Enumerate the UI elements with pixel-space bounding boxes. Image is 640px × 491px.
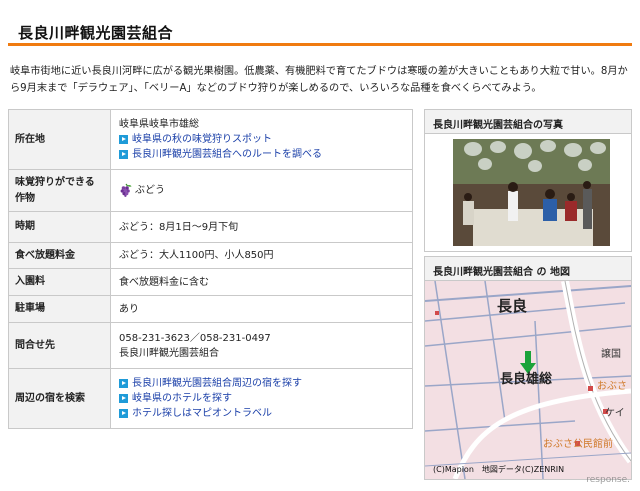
row-price: 食べ放題料金 ぶどう：大人1100円、小人850円: [8, 242, 413, 269]
value-parking: あり: [110, 295, 413, 323]
map-label-nagara: 長良: [497, 297, 528, 315]
value-fruit: ぶどう: [110, 169, 413, 212]
link-label[interactable]: 長良川畔観光園芸組合へのルートを調べる: [132, 147, 322, 162]
link-label[interactable]: 岐阜県のホテルを探す: [132, 391, 232, 406]
arrow-icon: [119, 150, 128, 159]
label-parking: 駐車場: [8, 295, 111, 323]
map-copyright: (C)Mapion 地図データ(C)ZENRIN: [433, 465, 565, 474]
info-table: 所在地 岐阜県岐阜市雄総 岐阜県の秋の味覚狩りスポット 長良川畔観光園芸組合への…: [8, 109, 413, 429]
contact-phone: 058-231-3623／058-231-0497: [119, 332, 271, 344]
link-label[interactable]: 長良川畔観光園芸組合周辺の宿を探す: [132, 376, 302, 391]
photo-panel-title: 長良川畔観光園芸組合の写真: [425, 110, 631, 134]
intro-text: 岐阜市街地に近い長良川河畔に広がる観光果樹園。低農薬、有機肥料で育てたブドウは寒…: [10, 66, 628, 94]
fruit-text: ぶどう: [135, 185, 165, 196]
map-label-jokoku: 譲国: [601, 349, 621, 360]
row-parking: 駐車場 あり: [8, 295, 413, 323]
arrow-icon: [119, 409, 128, 418]
value-lodging: 長良川畔観光園芸組合周辺の宿を探す 岐阜県のホテルを探す ホテル探しはマピオント…: [110, 368, 413, 429]
arrow-icon: [119, 394, 128, 403]
row-season: 時期 ぶどう：8月1日～9月下旬: [8, 211, 413, 243]
photo-panel: 長良川畔観光園芸組合の写真: [424, 109, 632, 252]
photo-wrap: [425, 134, 631, 251]
map-panel-title: 長良川畔観光園芸組合 の 地図: [425, 257, 631, 281]
link-gifu-hotels[interactable]: 岐阜県のホテルを探す: [119, 391, 404, 406]
map-label-nagara-oboso: 長良雄総: [500, 372, 553, 387]
map-label-obusa: おぶさ: [597, 381, 627, 392]
link-route[interactable]: 長良川畔観光園芸組合へのルートを調べる: [119, 147, 404, 162]
label-lodging: 周辺の宿を検索: [8, 368, 111, 429]
row-fruit: 味覚狩りができる作物 ぶどう: [8, 169, 413, 212]
row-lodging: 周辺の宿を検索 長良川畔観光園芸組合周辺の宿を探す 岐阜県のホテルを探す ホテル…: [8, 368, 413, 429]
arrow-icon: [119, 135, 128, 144]
label-location: 所在地: [8, 109, 111, 170]
title-bar: 長良川畔観光園芸組合: [8, 12, 632, 46]
label-price: 食べ放題料金: [8, 242, 111, 269]
label-fruit: 味覚狩りができる作物: [8, 169, 111, 212]
row-entry: 入園料 食べ放題料金に含む: [8, 268, 413, 296]
link-nearby-inns[interactable]: 長良川畔観光園芸組合周辺の宿を探す: [119, 376, 404, 391]
row-contact: 問合せ先 058-231-3623／058-231-0497 長良川畔観光園芸組…: [8, 322, 413, 369]
map-panel: 長良川畔観光園芸組合 の 地図 長良 長良雄総 譲国 おぶさ ケイ おぶさ公民館…: [424, 256, 632, 480]
map-label-obusa-hall: おぶさ公民館前: [543, 439, 613, 450]
link-label[interactable]: 岐阜県の秋の味覚狩りスポット: [132, 132, 272, 147]
value-contact: 058-231-3623／058-231-0497 長良川畔観光園芸組合: [110, 322, 413, 369]
link-autumn-spots[interactable]: 岐阜県の秋の味覚狩りスポット: [119, 132, 404, 147]
link-label[interactable]: ホテル探しはマピオントラベル: [132, 406, 272, 421]
value-season: ぶどう：8月1日～9月下旬: [110, 211, 413, 243]
label-contact: 問合せ先: [8, 322, 111, 369]
map-view[interactable]: 長良 長良雄総 譲国 おぶさ ケイ おぶさ公民館前 (C)Mapion 地図デー…: [425, 281, 631, 479]
arrow-icon: [119, 379, 128, 388]
address-text: 岐阜県岐阜市雄総: [119, 119, 199, 130]
value-location: 岐阜県岐阜市雄総 岐阜県の秋の味覚狩りスポット 長良川畔観光園芸組合へのルートを…: [110, 109, 413, 170]
page-title: 長良川畔観光園芸組合: [18, 24, 174, 42]
orchard-photo[interactable]: [453, 139, 610, 246]
grape-icon: [120, 183, 132, 197]
link-mapion-travel[interactable]: ホテル探しはマピオントラベル: [119, 406, 404, 421]
value-entry: 食べ放題料金に含む: [110, 268, 413, 296]
row-location: 所在地 岐阜県岐阜市雄総 岐阜県の秋の味覚狩りスポット 長良川畔観光園芸組合への…: [8, 109, 413, 170]
value-price: ぶどう：大人1100円、小人850円: [110, 242, 413, 269]
label-entry: 入園料: [8, 268, 111, 296]
label-season: 時期: [8, 211, 111, 243]
contact-name: 長良川畔観光園芸組合: [119, 347, 219, 359]
watermark: response.: [586, 475, 630, 485]
map-label-kei: ケイ: [605, 408, 625, 419]
